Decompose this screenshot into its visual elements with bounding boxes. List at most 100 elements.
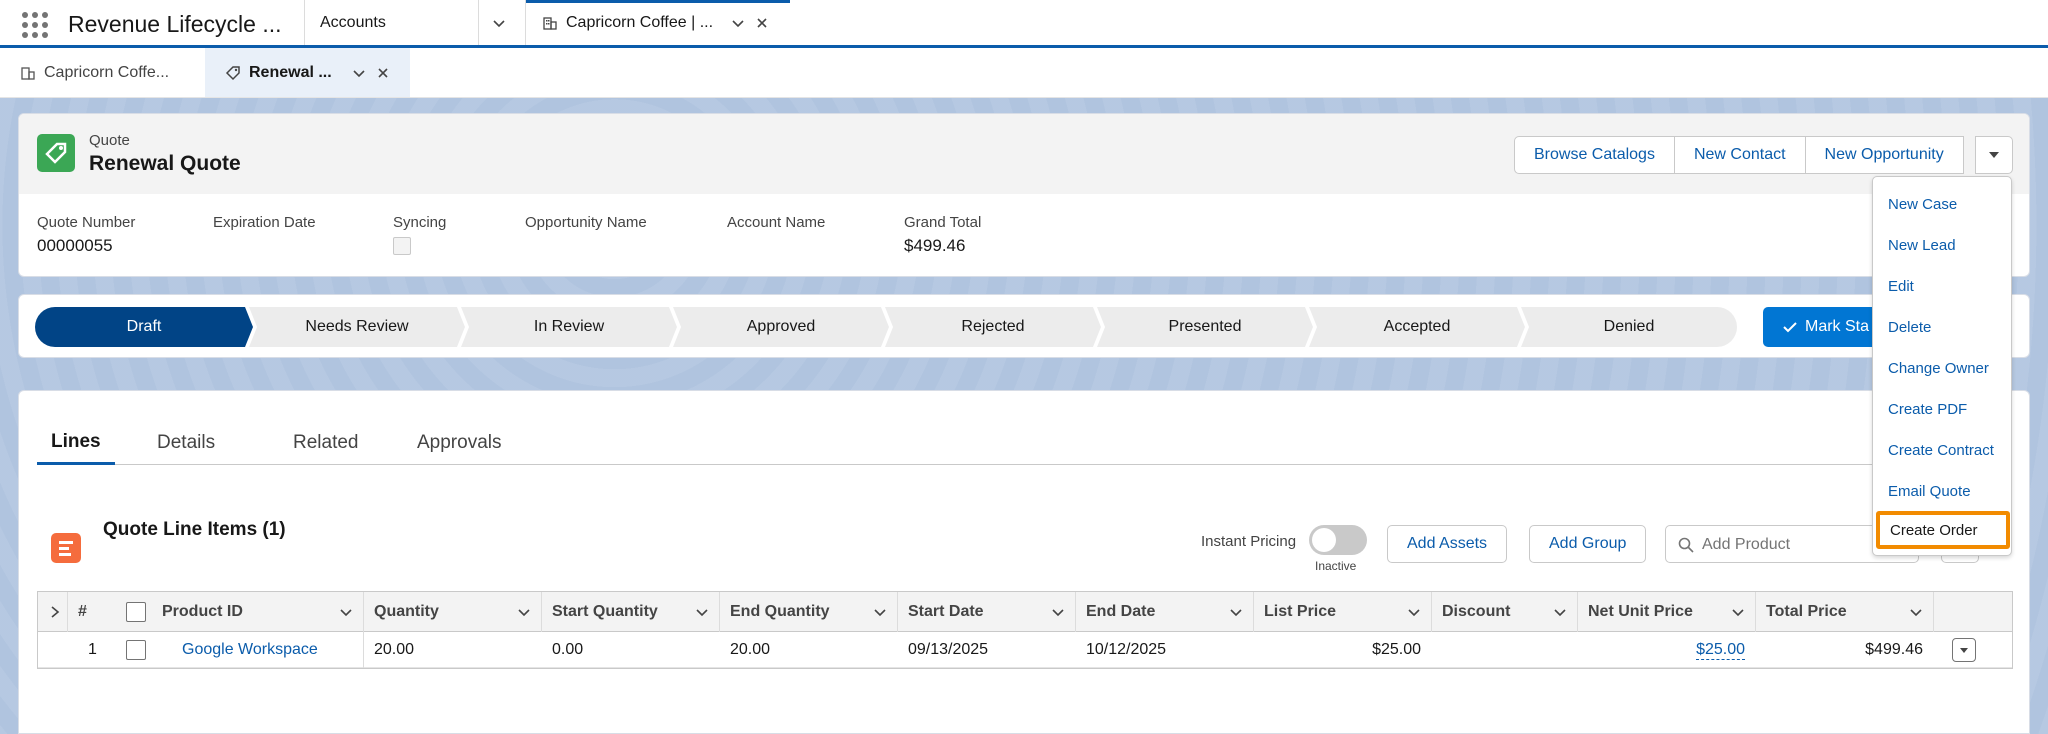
account-building-icon bbox=[542, 15, 558, 31]
mark-stage-button[interactable]: Mark Sta bbox=[1763, 307, 1883, 347]
col-header-discount[interactable]: Discount bbox=[1432, 592, 1578, 632]
chevron-down-icon[interactable] bbox=[339, 605, 353, 619]
chevron-down-icon[interactable] bbox=[517, 605, 531, 619]
col-label: List Price bbox=[1264, 603, 1337, 620]
stage-presented[interactable]: Presented bbox=[1097, 307, 1313, 347]
expand-all-icon[interactable] bbox=[38, 592, 68, 632]
tab-details[interactable]: Details bbox=[157, 421, 215, 465]
row-checkbox[interactable] bbox=[126, 640, 146, 660]
add-assets-button[interactable]: Add Assets bbox=[1387, 525, 1508, 563]
col-header-actions bbox=[1934, 592, 1994, 632]
menu-item-delete[interactable]: Delete bbox=[1873, 308, 2013, 346]
browse-catalogs-button[interactable]: Browse Catalogs bbox=[1514, 136, 1675, 174]
stage-path: Draft Needs Review In Review Approved Re… bbox=[35, 307, 1749, 347]
col-header-quantity[interactable]: Quantity bbox=[364, 592, 542, 632]
select-all-box[interactable] bbox=[126, 602, 146, 622]
chevron-down-icon[interactable] bbox=[731, 16, 745, 30]
tab-approvals[interactable]: Approvals bbox=[417, 421, 502, 465]
menu-item-create-contract[interactable]: Create Contract bbox=[1873, 431, 2013, 469]
stage-rejected[interactable]: Rejected bbox=[885, 307, 1101, 347]
col-header-number: # bbox=[78, 603, 87, 620]
caret-down-icon bbox=[1959, 648, 1968, 653]
nav-divider bbox=[304, 0, 305, 45]
col-header-list-price[interactable]: List Price bbox=[1254, 592, 1432, 632]
subtab-renewal[interactable]: Renewal ... bbox=[205, 48, 410, 97]
field-label: Quote Number bbox=[37, 214, 136, 231]
stage-needs-review[interactable]: Needs Review bbox=[249, 307, 465, 347]
chevron-down-icon[interactable] bbox=[1909, 605, 1923, 619]
chevron-down-icon[interactable] bbox=[1407, 605, 1421, 619]
field-label: Account Name bbox=[727, 214, 826, 231]
tab-related[interactable]: Related bbox=[293, 421, 359, 465]
chevron-down-icon[interactable] bbox=[873, 605, 887, 619]
subtab-label: Renewal ... bbox=[249, 63, 332, 81]
close-icon[interactable] bbox=[376, 66, 390, 80]
nav-divider bbox=[478, 0, 479, 45]
select-all-checkbox[interactable] bbox=[118, 592, 152, 632]
menu-item-email-quote[interactable]: Email Quote bbox=[1873, 472, 2013, 510]
stage-denied[interactable]: Denied bbox=[1521, 307, 1737, 347]
col-header-product-id[interactable]: Product ID bbox=[152, 592, 364, 632]
end-date-cell: 10/12/2025 bbox=[1086, 641, 1167, 658]
tab-lines[interactable]: Lines bbox=[37, 421, 115, 465]
mark-stage-label: Mark Sta bbox=[1805, 318, 1870, 335]
start-date-cell: 09/13/2025 bbox=[908, 641, 989, 658]
nav-item-accounts[interactable]: Accounts bbox=[320, 0, 386, 45]
field-label: Grand Total bbox=[904, 214, 982, 231]
quote-tag-icon bbox=[225, 65, 241, 81]
chevron-down-icon[interactable] bbox=[352, 66, 366, 80]
col-header-net-unit-price[interactable]: Net Unit Price bbox=[1578, 592, 1756, 632]
workspace-tab-capricorn[interactable]: Capricorn Coffee | ... bbox=[526, 0, 790, 45]
more-actions-button[interactable] bbox=[1975, 136, 2013, 174]
col-header-start-date[interactable]: Start Date bbox=[898, 592, 1076, 632]
record-title: Renewal Quote bbox=[89, 152, 241, 175]
more-actions-menu: New Case New Lead Edit Delete Change Own… bbox=[1872, 176, 2012, 556]
instant-pricing-toggle[interactable] bbox=[1309, 525, 1367, 555]
quote-tag-icon bbox=[37, 134, 75, 172]
account-building-icon bbox=[20, 65, 36, 81]
menu-item-create-order[interactable]: Create Order bbox=[1876, 511, 2010, 549]
nav-accounts-menu-button[interactable] bbox=[492, 0, 506, 45]
menu-item-edit[interactable]: Edit bbox=[1873, 267, 2013, 305]
col-label: Discount bbox=[1442, 603, 1511, 620]
app-launcher-icon[interactable] bbox=[22, 12, 48, 38]
new-contact-button[interactable]: New Contact bbox=[1674, 136, 1806, 174]
workspace-tab-label: Capricorn Coffee | ... bbox=[566, 13, 714, 31]
col-header-total-price[interactable]: Total Price bbox=[1756, 592, 1934, 632]
product-cell: Google Workspace bbox=[152, 632, 364, 668]
product-link[interactable]: Google Workspace bbox=[182, 641, 318, 659]
chevron-down-icon[interactable] bbox=[1731, 605, 1745, 619]
row-actions-button[interactable] bbox=[1951, 638, 1976, 662]
add-group-button[interactable]: Add Group bbox=[1529, 525, 1647, 563]
col-header-start-quantity[interactable]: Start Quantity bbox=[542, 592, 720, 632]
stage-in-review[interactable]: In Review bbox=[461, 307, 677, 347]
col-label: Quantity bbox=[374, 603, 439, 620]
chevron-down-icon[interactable] bbox=[1553, 605, 1567, 619]
chevron-down-icon bbox=[492, 16, 506, 30]
new-opportunity-button[interactable]: New Opportunity bbox=[1805, 136, 1964, 174]
stage-approved[interactable]: Approved bbox=[673, 307, 889, 347]
related-list-title: Quote Line Items (1) bbox=[103, 519, 286, 540]
record-tabs: Lines Details Related Approvals bbox=[37, 421, 1897, 465]
subtab-bar: Capricorn Coffe... Renewal ... bbox=[0, 48, 2048, 98]
col-header-end-quantity[interactable]: End Quantity bbox=[720, 592, 898, 632]
col-header-end-date[interactable]: End Date bbox=[1076, 592, 1254, 632]
net-unit-price-link[interactable]: $25.00 bbox=[1696, 641, 1745, 660]
menu-item-new-case[interactable]: New Case bbox=[1873, 185, 2013, 223]
chevron-down-icon[interactable] bbox=[1051, 605, 1065, 619]
stage-accepted[interactable]: Accepted bbox=[1309, 307, 1525, 347]
subtab-capricorn[interactable]: Capricorn Coffe... bbox=[0, 48, 205, 97]
path-panel: Draft Needs Review In Review Approved Re… bbox=[18, 294, 2030, 358]
total-price-cell: $499.46 bbox=[1865, 641, 1923, 658]
close-icon[interactable] bbox=[755, 16, 769, 30]
search-icon bbox=[1678, 537, 1694, 553]
net-unit-price-cell: $25.00 bbox=[1578, 632, 1756, 668]
menu-item-create-pdf[interactable]: Create PDF bbox=[1873, 390, 2013, 428]
stage-draft[interactable]: Draft bbox=[35, 307, 253, 347]
menu-item-new-lead[interactable]: New Lead bbox=[1873, 226, 2013, 264]
subtab-label: Capricorn Coffe... bbox=[44, 63, 170, 81]
chevron-down-icon[interactable] bbox=[1229, 605, 1243, 619]
quote-line-items-table: # Product ID Quantity Start Quantity End… bbox=[37, 591, 2013, 669]
chevron-down-icon[interactable] bbox=[695, 605, 709, 619]
menu-item-change-owner[interactable]: Change Owner bbox=[1873, 349, 2013, 387]
